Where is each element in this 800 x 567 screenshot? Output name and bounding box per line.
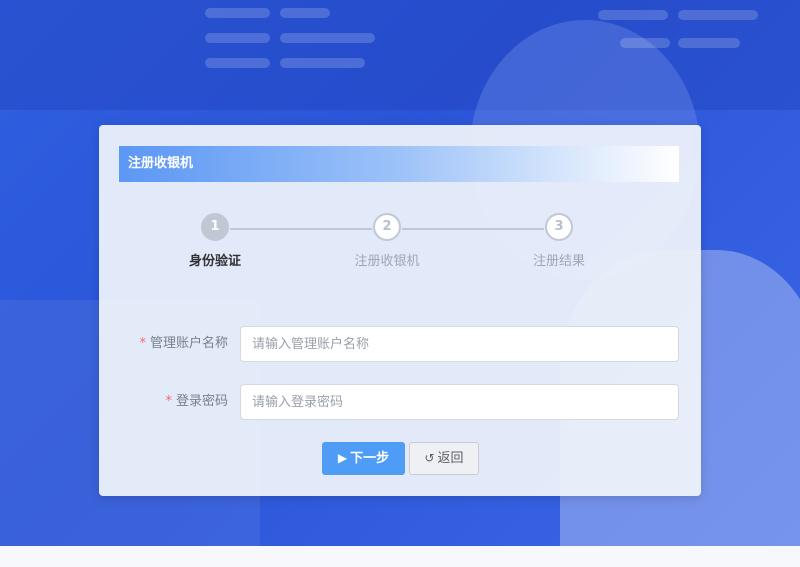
- background-blur: [620, 38, 670, 48]
- footer-strip: [0, 546, 800, 567]
- step-result: 3 注册结果: [499, 213, 619, 269]
- step-number: 2: [373, 213, 401, 241]
- refresh-icon: ↺: [424, 451, 435, 465]
- register-dialog: 注册收银机 1 身份验证 2 注册收银机 3 注册结果 *管理账户名称 *登录密…: [99, 125, 701, 496]
- background-blur: [678, 38, 740, 48]
- back-button-label: 返回: [437, 451, 464, 466]
- background-blur: [678, 10, 758, 20]
- account-row: * 管理账户名称: [99, 326, 701, 362]
- step-number: 1: [201, 213, 229, 241]
- next-button[interactable]: ▶ 下一步: [322, 442, 405, 475]
- background-blur: [280, 33, 375, 43]
- next-button-label: 下一步: [350, 451, 390, 466]
- background-blur: [205, 8, 270, 18]
- password-label-text: 登录密码: [175, 394, 228, 409]
- background-blur: [205, 58, 270, 68]
- steps-bar: 1 身份验证 2 注册收银机 3 注册结果: [99, 213, 701, 273]
- background-blur: [280, 8, 330, 18]
- step-register: 2 注册收银机: [327, 213, 447, 269]
- password-row: * 登录密码: [99, 384, 701, 420]
- account-name-input[interactable]: [240, 326, 679, 362]
- background-blur: [280, 58, 365, 68]
- step-label: 注册收银机: [354, 254, 420, 269]
- dialog-title: 注册收银机: [119, 146, 679, 182]
- play-icon: ▶: [337, 451, 348, 465]
- step-label: 注册结果: [532, 254, 585, 269]
- step-identity: 1 身份验证: [155, 213, 275, 269]
- required-mark: *: [165, 394, 172, 409]
- step-label: 身份验证: [188, 254, 241, 269]
- account-label: * 管理账户名称: [139, 326, 228, 362]
- background-blur: [598, 10, 668, 20]
- required-mark: *: [139, 336, 146, 351]
- background-blur: [205, 33, 270, 43]
- password-input[interactable]: [240, 384, 679, 420]
- step-number: 3: [545, 213, 573, 241]
- back-button[interactable]: ↺ 返回: [409, 442, 479, 475]
- account-label-text: 管理账户名称: [149, 336, 228, 351]
- password-label: * 登录密码: [165, 384, 228, 420]
